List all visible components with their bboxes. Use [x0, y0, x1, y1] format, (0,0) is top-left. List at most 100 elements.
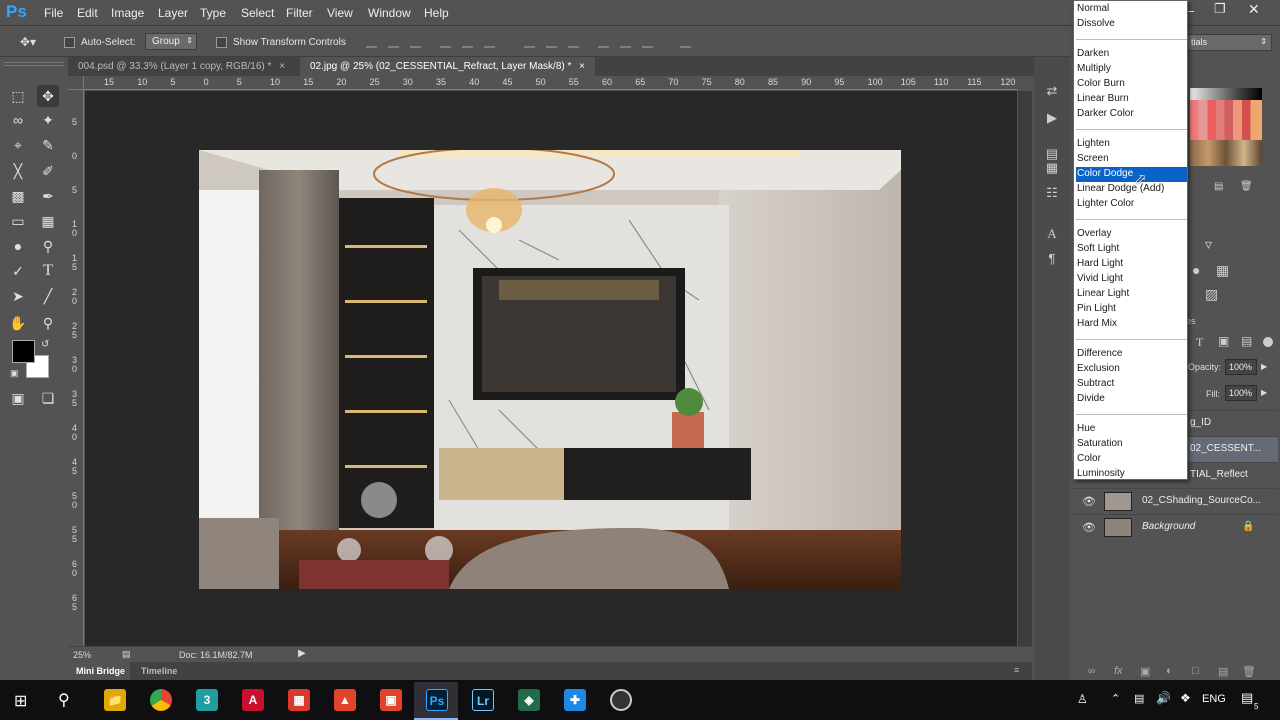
blend-option[interactable]: Hue: [1076, 422, 1187, 437]
lasso-tool-icon[interactable]: ∞: [7, 109, 29, 131]
panel-menu-icon[interactable]: ≡: [1014, 665, 1019, 675]
path-selection-tool-icon[interactable]: ➤: [7, 285, 29, 307]
blend-option[interactable]: Lighter Color: [1076, 197, 1187, 212]
tab-004-psd[interactable]: 004.psd @ 33.3% (Layer 1 copy, RGB/16) *…: [68, 57, 295, 76]
close-icon[interactable]: ✕: [1248, 1, 1260, 18]
tab-close-icon[interactable]: ×: [279, 61, 285, 72]
blend-option[interactable]: Overlay: [1076, 227, 1187, 242]
blend-option[interactable]: Normal: [1076, 2, 1187, 17]
align-bottom-icon[interactable]: [410, 36, 421, 48]
zoom-level[interactable]: 25%: [73, 650, 91, 660]
auto-select-checkbox[interactable]: [64, 37, 75, 48]
eyedropper-tool-icon[interactable]: ✎: [37, 134, 59, 156]
properties-panel-icon[interactable]: ☷: [1043, 185, 1061, 203]
blend-mode-dropdown[interactable]: Normal Dissolve Darken Multiply Color Bu…: [1073, 0, 1188, 480]
blend-option[interactable]: Color: [1076, 452, 1187, 467]
menu-edit[interactable]: Edit: [77, 6, 98, 20]
link-layers-icon[interactable]: ∞: [1088, 666, 1095, 677]
fill-field[interactable]: 100%: [1225, 385, 1257, 401]
medical-app-icon[interactable]: ✚: [564, 689, 586, 711]
blend-option[interactable]: Dissolve: [1076, 17, 1187, 32]
sublime-icon[interactable]: ◈: [518, 689, 540, 711]
blend-option[interactable]: Multiply: [1076, 62, 1187, 77]
layer-row[interactable]: 👁 02_CShading_SourceCo...: [1072, 488, 1278, 514]
swap-colors-icon[interactable]: ↺: [41, 339, 49, 350]
workspace-switcher[interactable]: tials ⇕: [1186, 34, 1272, 51]
blend-option[interactable]: Screen: [1076, 152, 1187, 167]
menu-file[interactable]: File: [44, 6, 63, 20]
menu-layer[interactable]: Layer: [158, 6, 188, 20]
move-tool-icon[interactable]: ✥: [37, 85, 59, 107]
blend-option[interactable]: Subtract: [1076, 377, 1187, 392]
new-layer-icon[interactable]: ▤: [1218, 665, 1228, 678]
blend-option[interactable]: Lighten: [1076, 137, 1187, 152]
new-group-icon[interactable]: □: [1192, 665, 1199, 677]
distribute-vcenter-icon[interactable]: [546, 36, 557, 48]
vertical-scrollbar[interactable]: [1018, 91, 1032, 646]
blend-option[interactable]: Linear Burn: [1076, 92, 1187, 107]
distribute-right-icon[interactable]: [642, 36, 653, 48]
align-hcenter-icon[interactable]: [462, 36, 473, 48]
blend-option[interactable]: Linear Light: [1076, 287, 1187, 302]
blur-tool-icon[interactable]: ●: [7, 235, 29, 257]
windows-start-icon[interactable]: ⊞: [14, 691, 27, 711]
filter-shape-icon[interactable]: ▣: [1218, 334, 1229, 348]
filter-toggle-icon[interactable]: [1263, 337, 1273, 347]
zoom-tool-icon[interactable]: ⚲: [37, 312, 59, 334]
distribute-bottom-icon[interactable]: [568, 36, 579, 48]
auto-select-dropdown[interactable]: Group ⇕: [145, 33, 197, 50]
network-icon[interactable]: ▤: [1134, 692, 1144, 705]
blend-option[interactable]: Saturation: [1076, 437, 1187, 452]
volume-icon[interactable]: 🔊: [1156, 691, 1171, 705]
blend-option[interactable]: Color Burn: [1076, 77, 1187, 92]
swatches-grayscale-row[interactable]: [1190, 88, 1262, 100]
distribute-hcenter-icon[interactable]: [620, 36, 631, 48]
align-vcenter-icon[interactable]: [388, 36, 399, 48]
search-icon[interactable]: ⚲: [58, 690, 70, 710]
layer-styles-icon[interactable]: fx: [1114, 665, 1123, 677]
tab-close-icon[interactable]: ×: [579, 61, 585, 72]
autocad-icon[interactable]: A: [242, 689, 264, 711]
character-panel-icon[interactable]: A: [1043, 226, 1061, 244]
auto-align-icon[interactable]: [680, 36, 691, 48]
status-info-icon[interactable]: ▤: [122, 649, 131, 660]
presentation-app-icon[interactable]: ▦: [288, 689, 310, 711]
type-tool-icon[interactable]: T: [37, 260, 59, 282]
screen-mode-icon[interactable]: ❏: [37, 387, 59, 409]
magic-wand-tool-icon[interactable]: ✦: [37, 109, 59, 131]
language-indicator[interactable]: ENG: [1202, 693, 1226, 705]
blend-option[interactable]: Divide: [1076, 392, 1187, 407]
tab-02-jpg[interactable]: 02.jpg @ 25% (02_CESSENTIAL_Refract, Lay…: [300, 57, 596, 76]
lightroom-taskbar-icon[interactable]: Lr: [472, 689, 494, 711]
blend-option[interactable]: Hard Mix: [1076, 317, 1187, 332]
delete-swatch-icon[interactable]: 🗑: [1240, 181, 1253, 192]
toolbar-grip[interactable]: [4, 62, 64, 66]
clone-source-icon[interactable]: ▦: [1043, 160, 1061, 178]
status-menu-arrow-icon[interactable]: ▶: [298, 648, 306, 659]
horizontal-ruler[interactable]: 15 10 5 0 5 10 15 20 25 30 35 40 45 50 55 60 65 70 75 80 85 9…: [84, 76, 1018, 90]
eraser-tool-icon[interactable]: ▭: [7, 210, 29, 232]
swatches-brown-rows[interactable]: [1190, 140, 1262, 166]
blend-option[interactable]: Darker Color: [1076, 107, 1187, 122]
adjust-channel-mixer-icon[interactable]: ●: [1192, 262, 1200, 278]
hand-tool-icon[interactable]: ✋: [7, 312, 29, 334]
vertical-ruler[interactable]: 5 0 5 1 0 1 5 2 0 2 5 3 0 3 5 4 0 4 5 5 0 5 5 6 0 6 5: [68, 90, 84, 646]
document-image[interactable]: [199, 150, 901, 589]
blend-option-selected[interactable]: Color Dodge: [1076, 167, 1187, 182]
visibility-eye-icon[interactable]: 👁: [1082, 495, 1096, 508]
quick-mask-icon[interactable]: ▣: [7, 387, 29, 409]
gradient-tool-icon[interactable]: ▦: [37, 210, 59, 232]
filter-type-icon[interactable]: T: [1196, 335, 1203, 350]
menu-view[interactable]: View: [327, 6, 353, 20]
blend-option[interactable]: Soft Light: [1076, 242, 1187, 257]
healing-brush-tool-icon[interactable]: ╳: [7, 160, 29, 182]
ruler-origin[interactable]: [68, 76, 84, 90]
filter-smart-object-icon[interactable]: ▤: [1241, 334, 1252, 348]
brush-tool-icon[interactable]: ✐: [37, 160, 59, 182]
blend-option[interactable]: Exclusion: [1076, 362, 1187, 377]
menu-window[interactable]: Window: [368, 6, 411, 20]
layer-row[interactable]: 👁 Background 🔒: [1072, 514, 1278, 540]
adjust-color-lookup-icon[interactable]: ▦: [1216, 262, 1229, 279]
chrome-icon[interactable]: [150, 689, 172, 711]
paragraph-panel-icon[interactable]: ¶: [1043, 251, 1061, 269]
